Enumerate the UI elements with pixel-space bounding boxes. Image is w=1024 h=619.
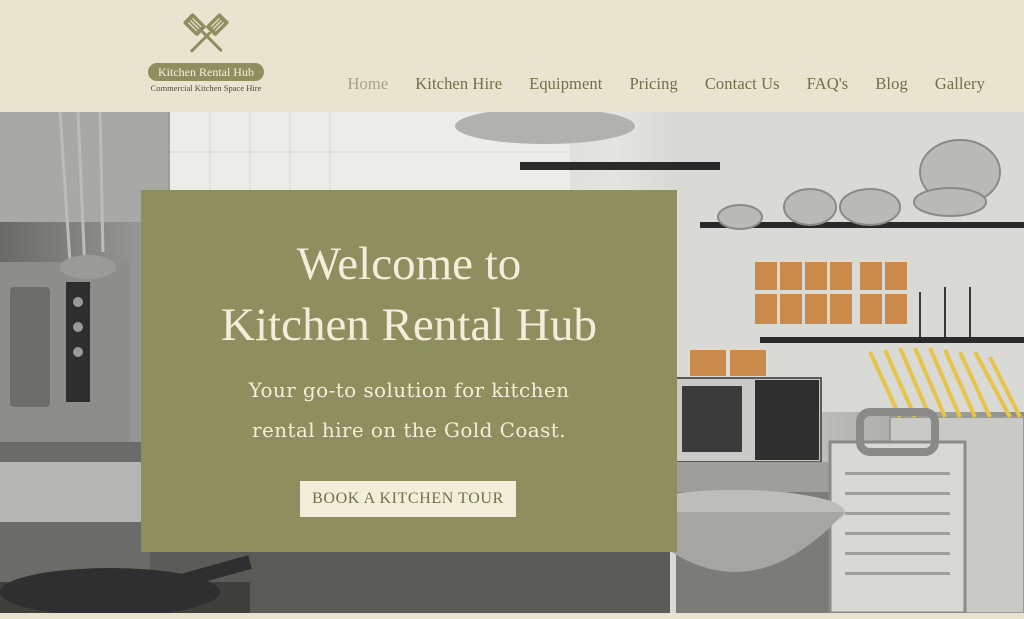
main-nav: Home Kitchen Hire Equipment Pricing Cont… (348, 74, 985, 94)
crossed-spatulas-icon (183, 13, 229, 53)
hero-title-line-2: Kitchen Rental Hub (221, 299, 597, 351)
nav-item-kitchen-hire[interactable]: Kitchen Hire (415, 74, 502, 94)
page-bottom-band (0, 613, 1024, 619)
brand-name: Kitchen Rental Hub (148, 63, 264, 81)
book-kitchen-tour-button[interactable]: BOOK A KITCHEN TOUR (300, 481, 516, 517)
nav-item-faqs[interactable]: FAQ's (807, 74, 849, 94)
brand-logo[interactable]: Kitchen Rental Hub Commercial Kitchen Sp… (138, 12, 274, 98)
nav-item-pricing[interactable]: Pricing (629, 74, 677, 94)
nav-item-blog[interactable]: Blog (875, 74, 908, 94)
hero-card: Welcome to Kitchen Rental Hub Your go-to… (141, 190, 677, 552)
hero-title: Welcome to Kitchen Rental Hub (141, 234, 677, 356)
hero-subtitle-line-2: rental hire on the Gold Coast. (252, 418, 566, 442)
hero-title-line-1: Welcome to (296, 238, 522, 290)
nav-item-home[interactable]: Home (348, 74, 389, 94)
brand-tagline: Commercial Kitchen Space Hire (150, 83, 262, 93)
hero-section: Welcome to Kitchen Rental Hub Your go-to… (0, 112, 1024, 613)
nav-item-contact-us[interactable]: Contact Us (705, 74, 780, 94)
nav-item-equipment[interactable]: Equipment (529, 74, 602, 94)
nav-item-gallery[interactable]: Gallery (935, 74, 985, 94)
site-header: Kitchen Rental Hub Commercial Kitchen Sp… (0, 0, 1024, 112)
hero-subtitle-line-1: Your go-to solution for kitchen (248, 378, 570, 402)
hero-subtitle: Your go-to solution for kitchen rental h… (181, 370, 637, 450)
